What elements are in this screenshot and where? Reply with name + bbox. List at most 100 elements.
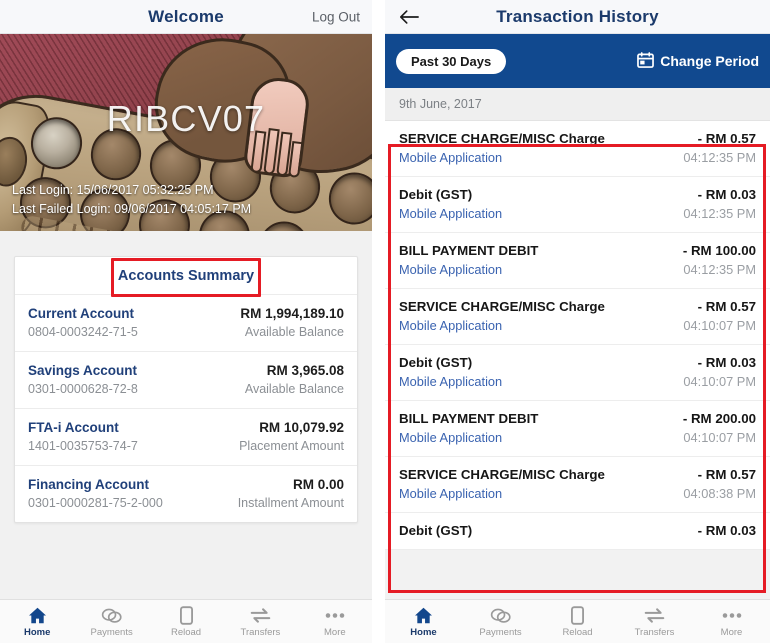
period-filter-bar: Past 30 Days Change Period [385,34,770,88]
transaction-amount: - RM 0.03 [697,187,756,202]
screenshot-stage: Welcome Log Out RIBCV07 Last Login: 15/0… [0,0,770,643]
transaction-amount: - RM 0.57 [697,299,756,314]
transaction-row[interactable]: SERVICE CHARGE/MISC Charge Mobile Applic… [385,457,770,513]
ellipsis-icon [298,605,372,625]
transaction-title: SERVICE CHARGE/MISC Charge [399,467,605,482]
account-row[interactable]: Current Account 0804-0003242-71-5 RM 1,9… [15,295,357,352]
tab-transfers[interactable]: Transfers [616,605,693,638]
transaction-amount: - RM 200.00 [682,411,756,426]
last-failed-login-label: Last Failed Login: 09/06/2017 04:05:17 P… [12,202,252,216]
account-name: Financing Account [28,477,149,492]
tab-label: Reload [170,627,202,638]
account-amount: RM 3,965.08 [266,363,344,378]
transaction-row[interactable]: SERVICE CHARGE/MISC Charge Mobile Applic… [385,121,770,177]
last-login-label: Last Login: 15/06/2017 05:32:25 PM [12,183,214,197]
bottom-navigation: Home Payments Reload Transfers More [0,599,372,643]
tab-reload[interactable]: Reload [149,605,223,638]
username-label: RIBCV07 [106,98,266,139]
tab-reload[interactable]: Reload [539,605,616,638]
account-number: 0804-0003242-71-5 [28,325,138,339]
tab-label: Payments [479,627,522,638]
coins-icon [74,605,148,625]
transaction-source: Mobile Application [399,374,503,389]
transaction-amount: - RM 0.57 [697,131,756,146]
transaction-time: 04:12:35 PM [683,150,756,165]
back-arrow-icon[interactable] [399,9,419,25]
transaction-amount: - RM 0.57 [697,467,756,482]
transfer-icon [223,605,297,625]
transaction-time: 04:12:35 PM [683,262,756,277]
calendar-icon [637,51,655,71]
transaction-time: 04:10:07 PM [683,374,756,389]
tab-home[interactable]: Home [0,605,74,638]
transaction-row[interactable]: Debit (GST) Mobile Application - RM 0.03… [385,345,770,401]
account-amount-label: Available Balance [244,382,344,396]
account-amount-label: Installment Amount [237,496,344,510]
account-row[interactable]: Savings Account 0301-0000628-72-8 RM 3,9… [15,352,357,409]
account-name: Savings Account [28,363,138,378]
account-amount-label: Placement Amount [239,439,344,453]
accounts-summary-header: Accounts Summary [15,257,357,297]
transaction-title: Debit (GST) [399,187,473,202]
account-row[interactable]: FTA-i Account 1401-0035753-74-7 RM 10,07… [15,409,357,466]
transaction-time: 04:10:07 PM [683,430,756,445]
transaction-time: 04:08:38 PM [683,486,756,501]
transaction-title: SERVICE CHARGE/MISC Charge [399,131,605,146]
account-name: FTA-i Account [28,420,119,435]
phone-icon [149,605,223,625]
transaction-title: Debit (GST) [399,355,473,370]
tab-payments[interactable]: Payments [74,605,148,638]
dashboard-header: Welcome Log Out [0,0,372,34]
bottom-navigation: Home Payments Reload Transfers More [385,599,770,643]
tab-label: Home [24,627,51,638]
dashboard-body: Accounts Summary Current Account 0804-00… [0,231,372,599]
tab-payments[interactable]: Payments [462,605,539,638]
transaction-title: BILL PAYMENT DEBIT [399,243,539,258]
transfer-icon [616,605,693,625]
coins-icon [462,605,539,625]
change-period-button[interactable]: Change Period [637,51,759,71]
transaction-source: Mobile Application [399,206,503,221]
transaction-row[interactable]: BILL PAYMENT DEBIT Mobile Application - … [385,401,770,457]
tab-more[interactable]: More [693,605,770,638]
period-chip[interactable]: Past 30 Days [396,48,507,74]
account-row[interactable]: Financing Account 0301-0000281-75-2-000 … [15,466,357,522]
login-info: Last Login: 15/06/2017 05:32:25 PM Last … [12,181,251,219]
tab-label: Transfers [634,627,675,638]
tab-label: More [720,627,743,638]
transaction-source: Mobile Application [399,150,503,165]
account-number: 0301-0000628-72-8 [28,382,138,396]
tab-label: Transfers [240,627,281,638]
logout-button[interactable]: Log Out [312,9,360,24]
transaction-history-screen: Transaction History Past 30 Days Change … [385,0,770,643]
tab-label: More [324,627,346,638]
tab-label: Reload [562,627,593,638]
page-title: Transaction History [496,6,659,26]
account-amount: RM 10,079.92 [259,420,344,435]
transaction-source: Mobile Application [399,262,503,277]
accounts-summary-card: Accounts Summary Current Account 0804-00… [14,256,358,523]
tab-home[interactable]: Home [385,605,462,638]
transaction-row[interactable]: Debit (GST) Mobile Application - RM 0.03… [385,177,770,233]
tab-more[interactable]: More [298,605,372,638]
transaction-amount: - RM 0.03 [697,355,756,370]
date-group-header: 9th June, 2017 [385,88,770,121]
dashboard-screen: Welcome Log Out RIBCV07 Last Login: 15/0… [0,0,372,643]
transaction-list: SERVICE CHARGE/MISC Charge Mobile Applic… [385,121,770,550]
transaction-amount: - RM 100.00 [682,243,756,258]
account-number: 1401-0035753-74-7 [28,439,138,453]
account-amount: RM 0.00 [292,477,344,492]
change-period-label: Change Period [660,53,759,69]
transaction-row[interactable]: Debit (GST) - RM 0.03 [385,513,770,550]
tab-transfers[interactable]: Transfers [223,605,297,638]
transaction-time: 04:10:07 PM [683,318,756,333]
transaction-history-header: Transaction History [385,0,770,34]
transaction-source: Mobile Application [399,430,503,445]
transaction-row[interactable]: SERVICE CHARGE/MISC Charge Mobile Applic… [385,289,770,345]
tab-label: Payments [90,627,133,638]
transaction-source: Mobile Application [399,318,503,333]
transaction-title: Debit (GST) [399,523,473,538]
accounts-summary-title: Accounts Summary [117,267,255,284]
account-amount-label: Available Balance [244,325,344,339]
transaction-row[interactable]: BILL PAYMENT DEBIT Mobile Application - … [385,233,770,289]
